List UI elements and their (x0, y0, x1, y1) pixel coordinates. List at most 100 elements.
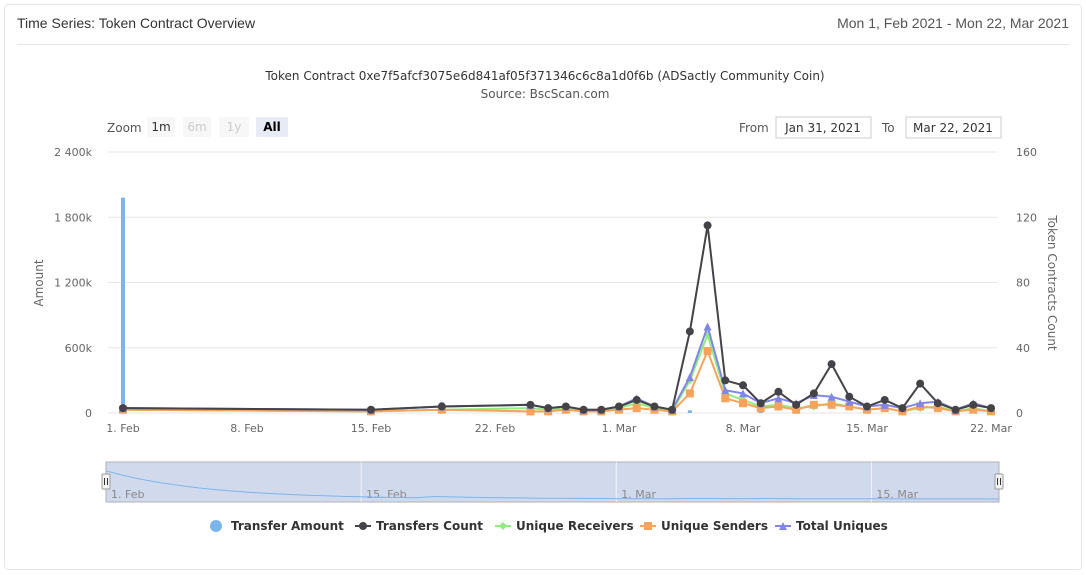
legend-label: Transfers Count (376, 519, 483, 533)
x-tick-label: 15. Mar (846, 422, 888, 435)
transfers-count-point[interactable] (544, 404, 553, 413)
chart-title: Token Contract 0xe7f5afcf3075e6d841af05f… (264, 69, 824, 83)
transfers-count-point[interactable] (739, 381, 747, 390)
unique-senders-point[interactable] (703, 347, 712, 356)
x-tick-label: 8. Mar (726, 422, 761, 435)
transfers-count-point[interactable] (561, 402, 570, 411)
unique-senders-point[interactable] (809, 400, 818, 409)
transfers-count-point[interactable] (650, 402, 659, 411)
transfers-count-point[interactable] (933, 399, 942, 408)
y-left-tick-label: 600k (65, 342, 93, 355)
transfer-amount-bar[interactable] (121, 197, 125, 413)
to-label: To (881, 121, 895, 135)
from-date-input[interactable]: Jan 31, 2021 (775, 116, 872, 139)
x-tick-label: 15. Feb (351, 422, 391, 435)
legend-item-unique-senders[interactable]: Unique Senders (640, 519, 768, 533)
transfers-count-point[interactable] (367, 405, 375, 414)
unique-senders-point[interactable] (774, 402, 783, 411)
transfers-count-point[interactable] (632, 395, 641, 404)
zoom-1m-button[interactable]: 1m (147, 117, 175, 137)
navigator-left-handle[interactable] (101, 473, 111, 490)
zoom-all-button[interactable]: All (256, 117, 288, 137)
zoom-1y-label: 1y (227, 120, 242, 134)
navigator-tick-label: 15. Feb (366, 488, 406, 501)
y-left-tick-label: 2 400k (54, 146, 92, 159)
transfers-count-point[interactable] (615, 402, 623, 411)
navigator-mask[interactable] (105, 461, 1000, 503)
legend: Transfer Amount Transfers Count Unique Rec… (210, 519, 888, 533)
transfers-count-point[interactable] (703, 221, 712, 230)
unique-senders-point[interactable] (739, 399, 747, 408)
transfers-count-point[interactable] (792, 400, 801, 409)
navigator-tick-label: 1. Feb (111, 488, 144, 501)
transfers-count-point[interactable] (845, 392, 854, 401)
total-uniques-point[interactable] (703, 322, 712, 331)
transfers-count-point[interactable] (721, 376, 730, 385)
x-tick-label: 1. Feb (106, 422, 139, 435)
x-tick-label: 8. Feb (230, 422, 263, 435)
legend-item-total-uniques[interactable]: Total Uniques (775, 519, 888, 533)
transfers-count-point[interactable] (898, 404, 907, 413)
legend-symbol (210, 520, 222, 532)
to-date-input[interactable]: Mar 22, 2021 (905, 116, 1002, 139)
from-date-value: Jan 31, 2021 (784, 121, 861, 135)
transfers-count-point[interactable] (774, 387, 783, 396)
chart-svg: Token Contract 0xe7f5afcf3075e6d841af05f… (32, 69, 1059, 533)
transfers-count-point[interactable] (597, 405, 606, 414)
transfer-amount-bar[interactable] (687, 410, 692, 413)
transfers-count-point[interactable] (880, 395, 889, 404)
transfers-count-point[interactable] (119, 404, 127, 413)
y-axis-left-label: Amount (32, 259, 46, 306)
transfers-count-point[interactable] (685, 327, 694, 336)
transfers-count-line (122, 225, 992, 411)
transfers-count-point[interactable] (437, 402, 446, 411)
legend-symbol[interactable] (499, 522, 507, 530)
legend-item-unique-receivers[interactable]: Unique Receivers (495, 519, 634, 533)
x-tick-label: 1. Mar (602, 422, 637, 435)
y-left-tick-label: 1 800k (54, 211, 92, 224)
y-left-tick-label: 0 (85, 407, 92, 420)
transfers-count-point[interactable] (668, 405, 677, 414)
transfers-count-point[interactable] (756, 399, 765, 408)
from-label: From (739, 121, 769, 135)
transfers-count-point[interactable] (827, 360, 836, 369)
transfers-count-point[interactable] (863, 402, 871, 411)
transfers-count-point[interactable] (969, 400, 978, 409)
y-left-tick-label: 1 200k (54, 277, 92, 290)
navigator-right-handle[interactable] (994, 473, 1004, 490)
x-tick-label: 22. Mar (970, 422, 1012, 435)
unique-senders-point[interactable] (721, 394, 730, 403)
transfers-count-point[interactable] (951, 405, 960, 414)
unique-senders-point[interactable] (827, 400, 836, 409)
transfers-count-point[interactable] (809, 389, 818, 398)
y-right-tick-label: 40 (1016, 342, 1030, 355)
transfers-count-point[interactable] (987, 404, 995, 413)
zoom-1y-button[interactable]: 1y (219, 117, 249, 137)
zoom-label: Zoom (107, 121, 142, 135)
to-date-value: Mar 22, 2021 (913, 121, 993, 135)
legend-label: Unique Receivers (516, 519, 634, 533)
x-tick-label: 22. Feb (475, 422, 515, 435)
transfers-count-point[interactable] (526, 400, 535, 409)
legend-label: Total Uniques (796, 519, 888, 533)
legend-item-transfer-amount[interactable]: Transfer Amount (210, 519, 344, 533)
legend-label: Unique Senders (661, 519, 768, 533)
navigator[interactable]: 1. Feb 15. Feb 1. Mar 15. Mar (101, 461, 1004, 503)
zoom-all-label: All (263, 120, 281, 134)
transfers-count-point[interactable] (916, 379, 925, 388)
y-axis-right-label: Token Contracts Count (1045, 214, 1059, 351)
y-right-tick-label: 160 (1016, 146, 1037, 159)
unique-senders-point[interactable] (685, 389, 694, 398)
chart-subtitle: Source: BscScan.com (481, 87, 610, 101)
transfers-count-point[interactable] (579, 405, 588, 414)
y-right-tick-label: 0 (1016, 407, 1023, 420)
legend-item-transfers-count[interactable]: Transfers Count (355, 519, 483, 533)
unique-receivers-line (122, 331, 992, 413)
y-right-tick-label: 80 (1016, 277, 1030, 290)
legend-symbol[interactable] (359, 522, 367, 530)
legend-symbol[interactable] (644, 522, 652, 530)
zoom-1m-label: 1m (151, 120, 170, 134)
y-right-tick-label: 120 (1016, 211, 1037, 224)
zoom-6m-button[interactable]: 6m (183, 117, 211, 137)
unique-senders-point[interactable] (632, 404, 641, 413)
